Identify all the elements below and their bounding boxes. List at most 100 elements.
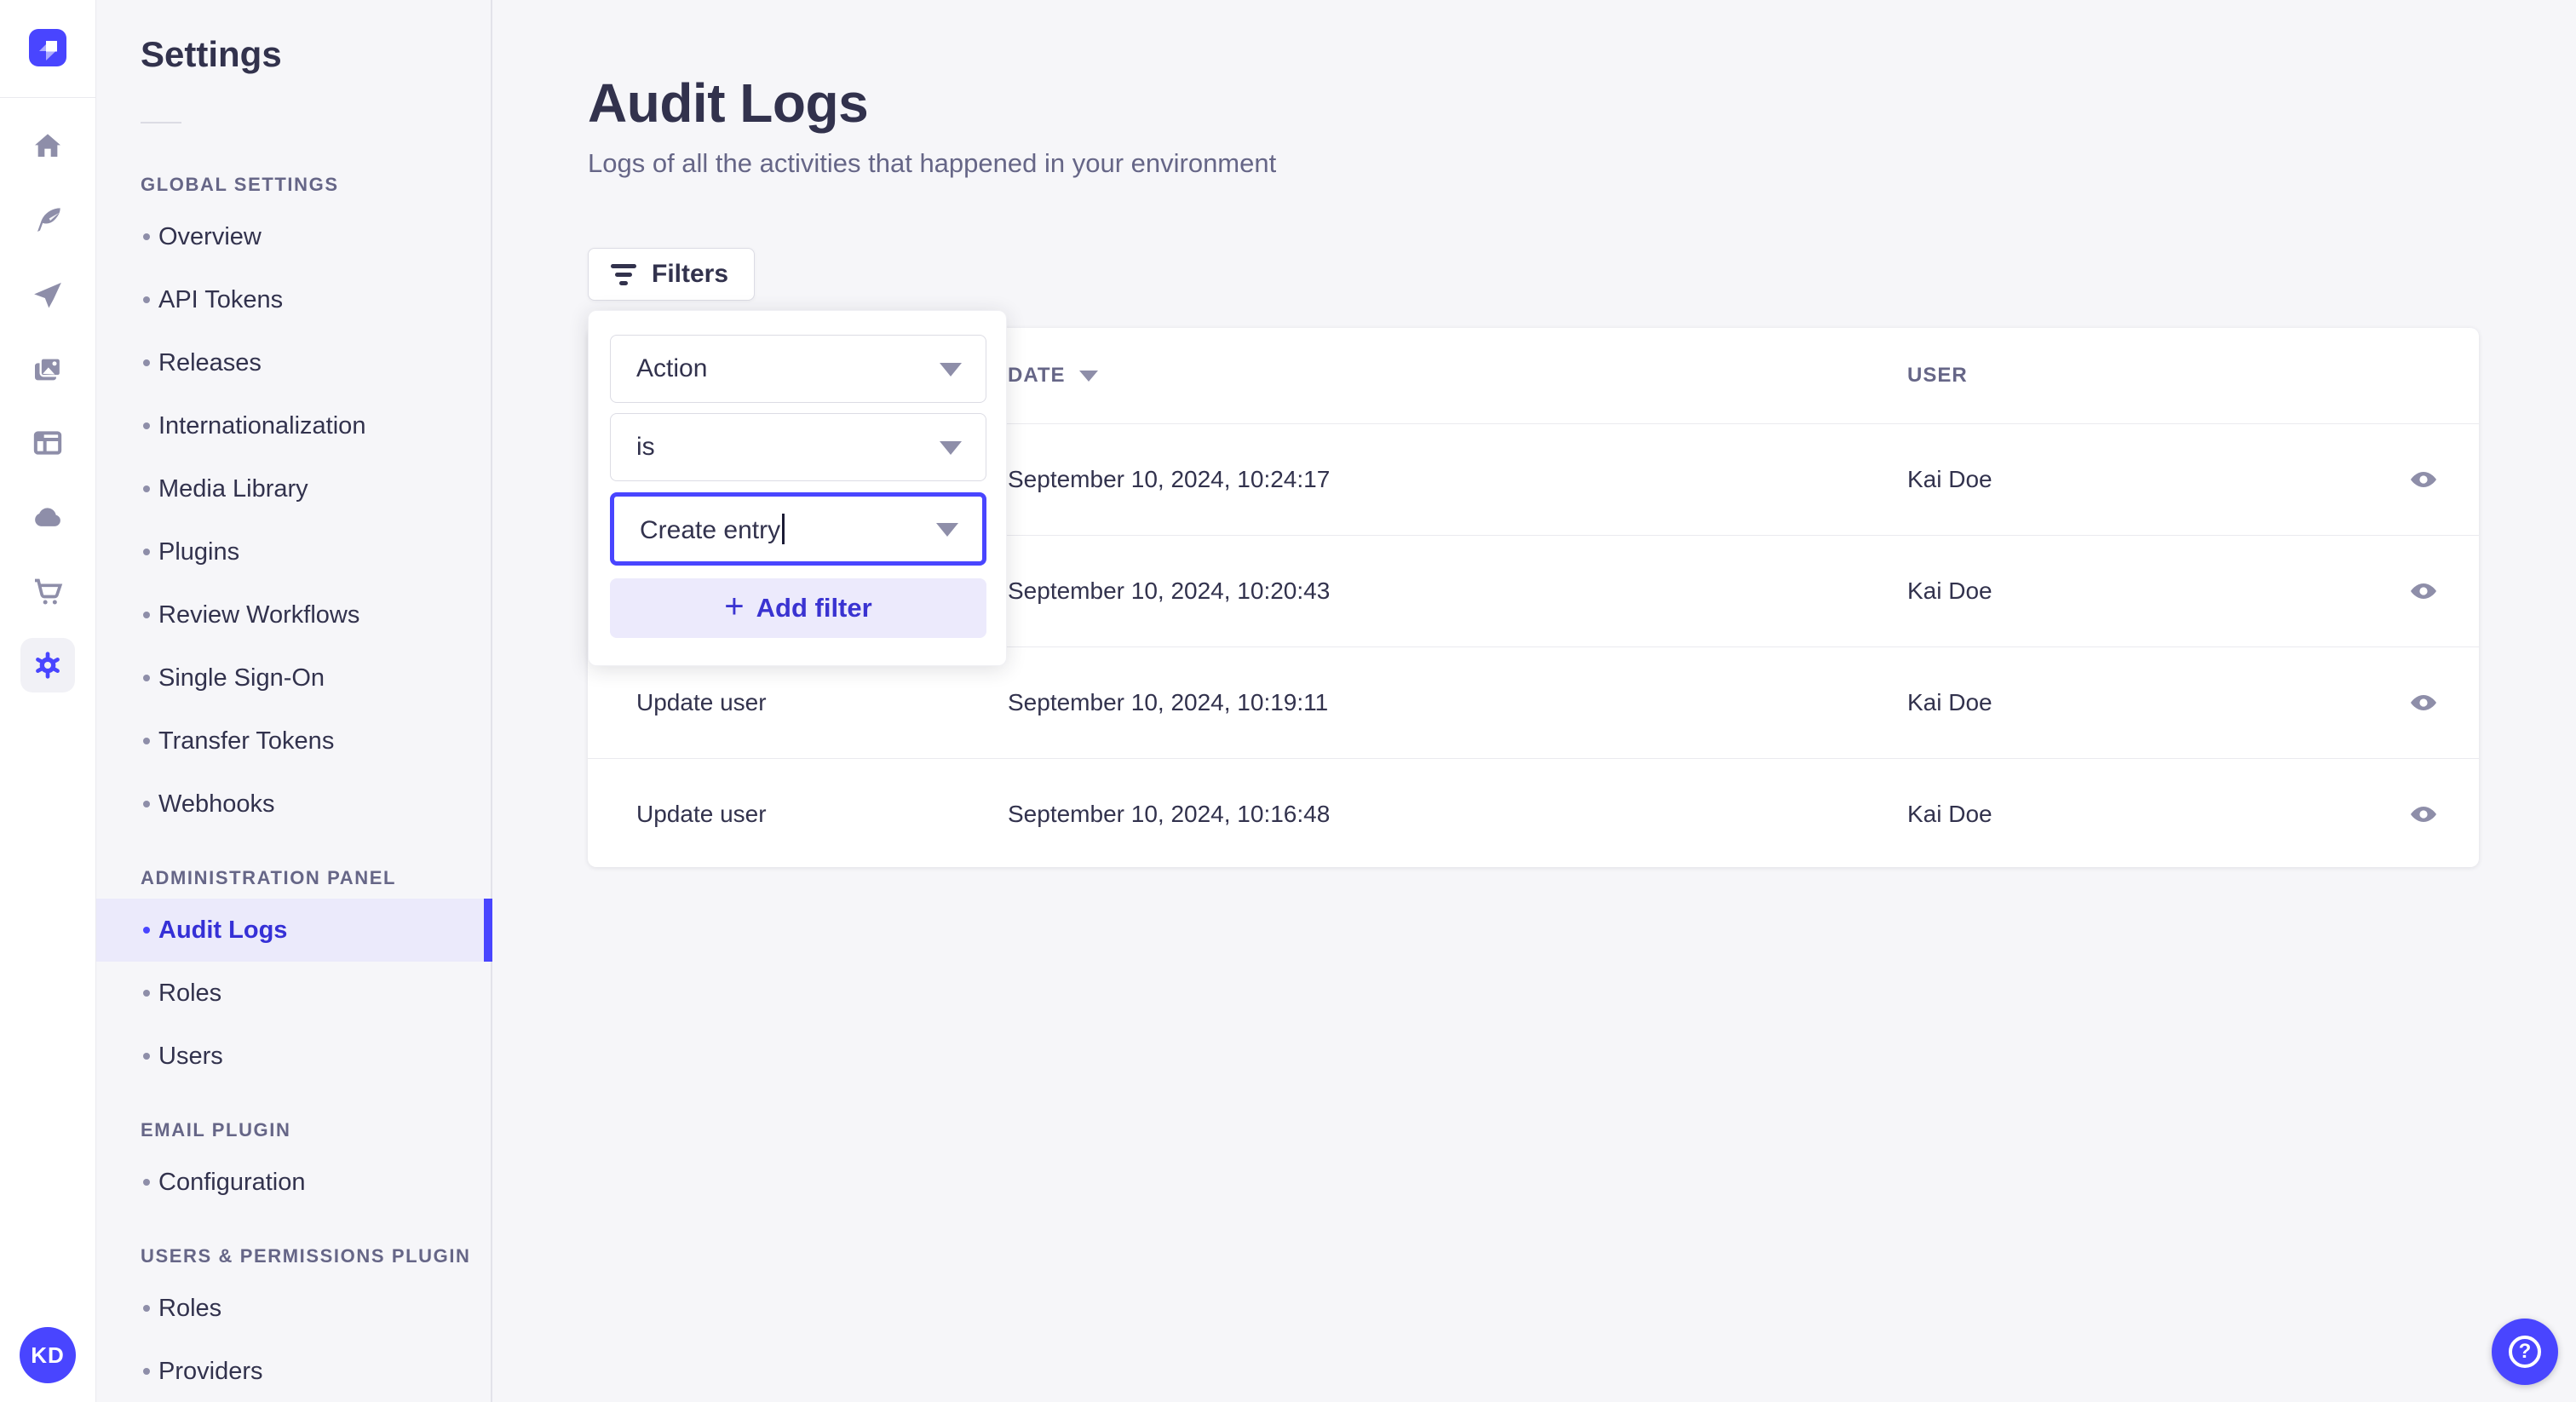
sidebar-section-email-plugin: EMAIL PLUGIN Configuration [95, 1118, 491, 1214]
sidebar-item-roles[interactable]: Roles [95, 1277, 491, 1340]
sidebar-item-overview[interactable]: Overview [95, 205, 491, 268]
filter-popover: Action is Create entry + Add filter [588, 310, 1007, 666]
app-root: KD Settings GLOBAL SETTINGS Overview API T… [0, 0, 2576, 1402]
sidebar-item-internationalization[interactable]: Internationalization [95, 394, 491, 457]
sidebar-item-label: Roles [158, 979, 222, 1007]
sidebar-item-label: Transfer Tokens [158, 727, 335, 755]
sidebar-item-label: Providers [158, 1357, 263, 1385]
filter-value-select[interactable]: Create entry [610, 492, 986, 566]
home-icon[interactable] [20, 119, 75, 174]
divider [141, 122, 181, 124]
bullet-icon [143, 675, 150, 681]
chevron-down-icon [936, 523, 958, 537]
chevron-down-icon [940, 441, 962, 455]
sidebar-section-global-settings: GLOBAL SETTINGS Overview API Tokens Release… [95, 173, 491, 836]
cell-user: Kai Doe [1907, 689, 1992, 715]
sidebar-item-audit-logs[interactable]: Audit Logs [95, 899, 492, 962]
bullet-icon [143, 233, 150, 240]
bullet-icon [143, 1053, 150, 1060]
sidebar-item-label: Plugins [158, 537, 240, 566]
sidebar-section-administration-panel: ADMINISTRATION PANEL Audit Logs Roles Users [95, 866, 492, 1088]
view-log-button[interactable] [2398, 677, 2449, 728]
cell-row-actions [2368, 789, 2479, 840]
sidebar-item-list: Audit Logs Roles Users [95, 899, 492, 1088]
filters-button[interactable]: Filters [588, 248, 756, 301]
eye-icon [2411, 583, 2436, 599]
filter-field-select[interactable]: Action [610, 335, 986, 403]
cell-action: Update user [636, 801, 767, 827]
cell-row-actions [2368, 677, 2479, 728]
sidebar-item-releases[interactable]: Releases [95, 331, 491, 394]
page-header: Audit Logs Logs of all the activities th… [588, 72, 1276, 179]
sidebar-item-api-tokens[interactable]: API Tokens [95, 268, 491, 331]
view-log-button[interactable] [2398, 789, 2449, 840]
eye-icon [2411, 472, 2436, 487]
cell-user: Kai Doe [1907, 577, 1992, 604]
page-subtitle: Logs of all the activities that happened… [588, 148, 1277, 178]
sidebar-item-transfer-tokens[interactable]: Transfer Tokens [95, 710, 491, 773]
sidebar-item-webhooks[interactable]: Webhooks [95, 773, 491, 836]
rail-divider [0, 97, 95, 98]
sidebar-item-label: Overview [158, 222, 262, 250]
filter-value-text: Create entry [640, 513, 785, 545]
user-avatar[interactable]: KD [20, 1327, 76, 1383]
filters-button-label: Filters [652, 260, 729, 288]
sidebar-item-list: Roles Providers [95, 1277, 491, 1402]
cell-row-actions [2368, 566, 2479, 617]
layout-icon[interactable] [20, 416, 75, 470]
bullet-icon [143, 549, 150, 555]
strapi-logo[interactable] [29, 29, 66, 66]
bullet-icon [143, 738, 150, 744]
cell-user: Kai Doe [1907, 466, 1992, 492]
filter-operator-select[interactable]: is [610, 413, 986, 481]
cell-row-actions [2368, 454, 2479, 505]
sidebar-sections: GLOBAL SETTINGS Overview API Tokens Release… [95, 173, 492, 1402]
sidebar-item-providers[interactable]: Providers [95, 1340, 491, 1402]
cell-date: September 10, 2024, 10:20:43 [1008, 577, 1331, 604]
cart-icon[interactable] [20, 564, 75, 618]
sidebar-item-plugins[interactable]: Plugins [95, 520, 491, 583]
eye-icon [2411, 807, 2436, 822]
bullet-icon [143, 1305, 150, 1312]
sidebar-item-label: Internationalization [158, 411, 366, 440]
sidebar-item-roles[interactable]: Roles [95, 962, 491, 1025]
bullet-icon [143, 927, 150, 934]
rail-icon-list [0, 119, 95, 712]
filter-field-value: Action [636, 354, 708, 382]
cell-date: September 10, 2024, 10:24:17 [1008, 466, 1331, 492]
feather-icon[interactable] [20, 193, 75, 248]
add-filter-button[interactable]: + Add filter [610, 578, 986, 638]
add-filter-label: Add filter [756, 593, 872, 623]
sidebar-item-label: Review Workflows [158, 600, 360, 629]
sidebar-item-label: Audit Logs [158, 916, 288, 944]
column-header-date[interactable]: DATE [1008, 364, 1907, 388]
paper-plane-icon[interactable] [20, 267, 75, 322]
sidebar-item-label: Roles [158, 1294, 222, 1322]
sidebar-item-single-sign-on[interactable]: Single Sign-On [95, 646, 491, 710]
sidebar-item-label: Media Library [158, 474, 308, 503]
sidebar-item-media-library[interactable]: Media Library [95, 457, 491, 520]
eye-icon [2411, 695, 2436, 710]
cell-date: September 10, 2024, 10:19:11 [1008, 689, 1329, 715]
help-button[interactable]: ? [2492, 1319, 2558, 1385]
column-header-user: USER [1907, 364, 1968, 387]
audit-log-row: Update user September 10, 2024, 10:16:48 K… [588, 759, 2479, 870]
cloud-icon[interactable] [20, 490, 75, 544]
sidebar-section-label: USERS & PERMISSIONS PLUGIN [141, 1245, 471, 1267]
view-log-button[interactable] [2398, 454, 2449, 505]
cell-action: Update user [636, 689, 767, 715]
sidebar-item-users[interactable]: Users [95, 1025, 491, 1088]
sidebar-item-list: Overview API Tokens Releases Internationali… [95, 205, 491, 836]
nav-rail: KD [0, 0, 96, 1402]
sidebar-item-configuration[interactable]: Configuration [95, 1151, 491, 1214]
sidebar-title: Settings [141, 34, 282, 74]
bullet-icon [143, 359, 150, 366]
gear-icon[interactable] [20, 638, 75, 692]
pictures-icon[interactable] [20, 342, 75, 396]
plus-icon: + [724, 588, 745, 625]
cell-user: Kai Doe [1907, 801, 1992, 827]
view-log-button[interactable] [2398, 566, 2449, 617]
sidebar-item-review-workflows[interactable]: Review Workflows [95, 583, 491, 646]
filter-icon [611, 263, 636, 285]
bullet-icon [143, 422, 150, 429]
